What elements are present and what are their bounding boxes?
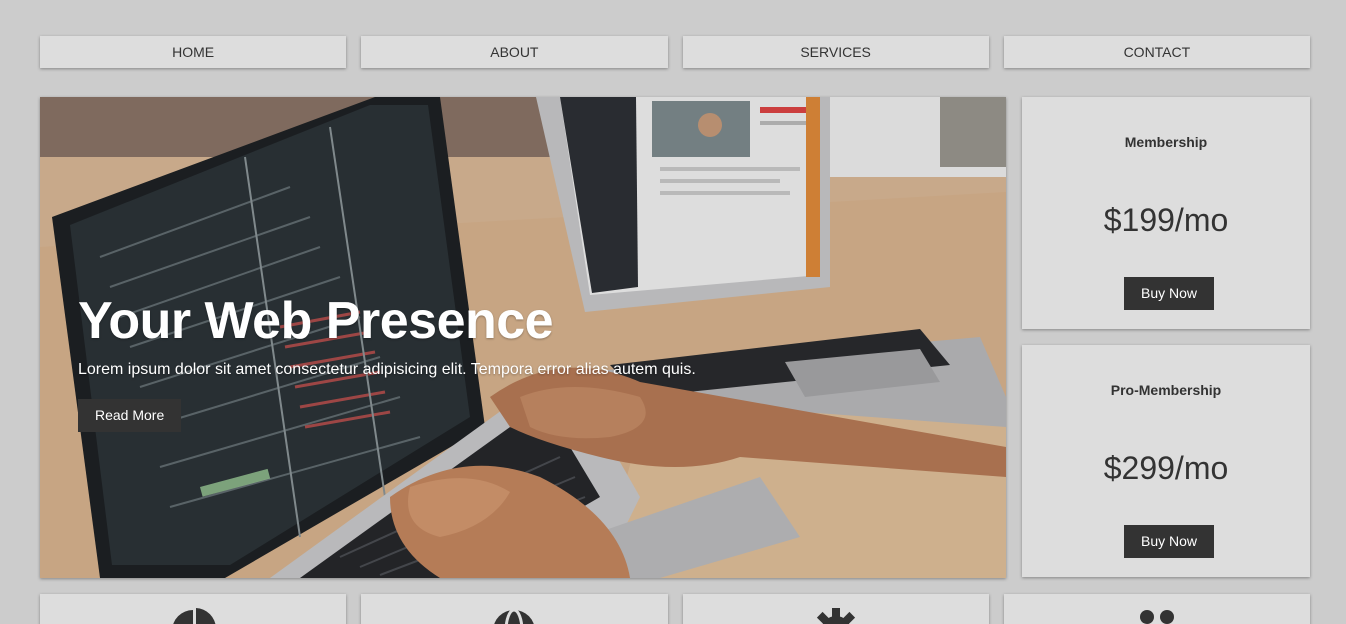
read-more-button[interactable]: Read More bbox=[78, 399, 182, 432]
feature-box bbox=[361, 594, 668, 624]
feature-boxes bbox=[40, 594, 1310, 624]
showcase-text: Lorem ipsum dolor sit amet consectetur a… bbox=[78, 361, 696, 378]
nav-item-contact[interactable]: CONTACT bbox=[1003, 36, 1310, 68]
nav-item-services[interactable]: SERVICES bbox=[682, 36, 989, 68]
feature-box bbox=[682, 594, 989, 624]
feature-box bbox=[1003, 594, 1310, 624]
buy-now-button[interactable]: Buy Now bbox=[1124, 277, 1215, 310]
page: HOME ABOUT SERVICES CONTACT Your Web Pre… bbox=[0, 0, 1346, 624]
main-nav: HOME ABOUT SERVICES CONTACT bbox=[40, 36, 1310, 68]
cog-icon bbox=[816, 608, 855, 624]
plan-price: $299/mo bbox=[1103, 450, 1229, 486]
users-icon bbox=[1139, 610, 1174, 624]
plan-card-pro-membership: Pro-Membership $299/mo Buy Now bbox=[1022, 345, 1310, 577]
buy-now-button[interactable]: Buy Now bbox=[1124, 525, 1215, 558]
plan-price: $199/mo bbox=[1103, 202, 1229, 238]
nav-item-about[interactable]: ABOUT bbox=[361, 36, 668, 68]
showcase-content: Your Web Presence Lorem ipsum dolor sit … bbox=[78, 293, 696, 432]
plan-card-membership: Membership $199/mo Buy Now bbox=[1022, 97, 1310, 329]
nav-item-home[interactable]: HOME bbox=[40, 36, 347, 68]
globe-icon bbox=[494, 608, 535, 624]
plan-name: Membership bbox=[1124, 134, 1208, 150]
showcase: Your Web Presence Lorem ipsum dolor sit … bbox=[40, 97, 1006, 578]
showcase-title: Your Web Presence bbox=[78, 292, 554, 350]
pie-chart-icon bbox=[173, 608, 216, 624]
plan-name: Pro-Membership bbox=[1110, 382, 1222, 398]
feature-box bbox=[40, 594, 347, 624]
